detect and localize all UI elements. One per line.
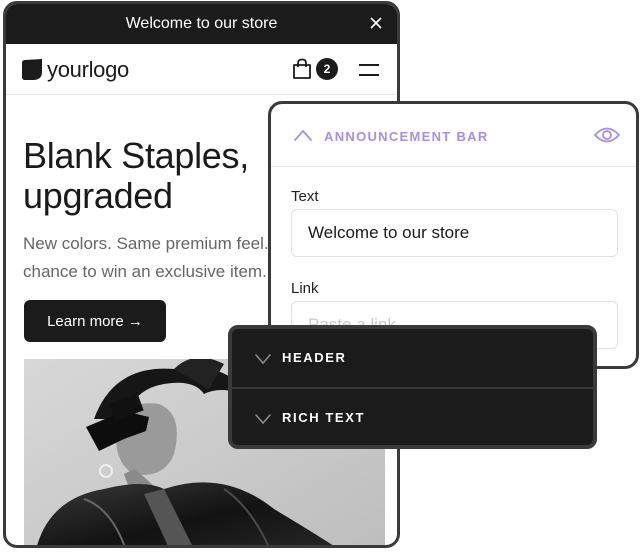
chevron-down-icon bbox=[255, 414, 271, 425]
learn-more-label: Learn more → bbox=[47, 312, 143, 330]
eye-icon[interactable] bbox=[594, 125, 620, 145]
section-item-header[interactable]: HEADER bbox=[232, 329, 593, 387]
close-icon[interactable] bbox=[369, 16, 383, 30]
store-header: yourlogo 2 bbox=[6, 44, 397, 95]
panel-header[interactable]: ANNOUNCEMENT BAR bbox=[271, 104, 636, 167]
shopping-bag-icon[interactable] bbox=[291, 58, 313, 80]
text-field-label: Text bbox=[291, 188, 319, 205]
announcement-bar: Welcome to our store bbox=[6, 4, 397, 44]
panel-title: ANNOUNCEMENT BAR bbox=[324, 129, 489, 144]
logo-shield-icon bbox=[22, 59, 42, 80]
section-item-rich-text[interactable]: RICH TEXT bbox=[232, 389, 593, 445]
logo-text: yourlogo bbox=[47, 57, 129, 82]
section-label-rich-text: RICH TEXT bbox=[282, 410, 366, 425]
chevron-down-icon bbox=[255, 354, 271, 365]
learn-more-button[interactable]: Learn more → bbox=[24, 300, 166, 342]
hamburger-menu-icon[interactable] bbox=[359, 62, 381, 78]
announcement-text: Welcome to our store bbox=[125, 15, 278, 32]
cart-count-badge: 2 bbox=[316, 58, 338, 80]
announcement-text-input[interactable] bbox=[291, 209, 618, 257]
chevron-up-icon[interactable] bbox=[293, 128, 313, 142]
sections-list: HEADER RICH TEXT bbox=[228, 325, 597, 449]
link-field-label: Link bbox=[291, 280, 319, 297]
store-logo[interactable]: yourlogo bbox=[22, 57, 129, 83]
section-label-header: HEADER bbox=[282, 350, 347, 365]
